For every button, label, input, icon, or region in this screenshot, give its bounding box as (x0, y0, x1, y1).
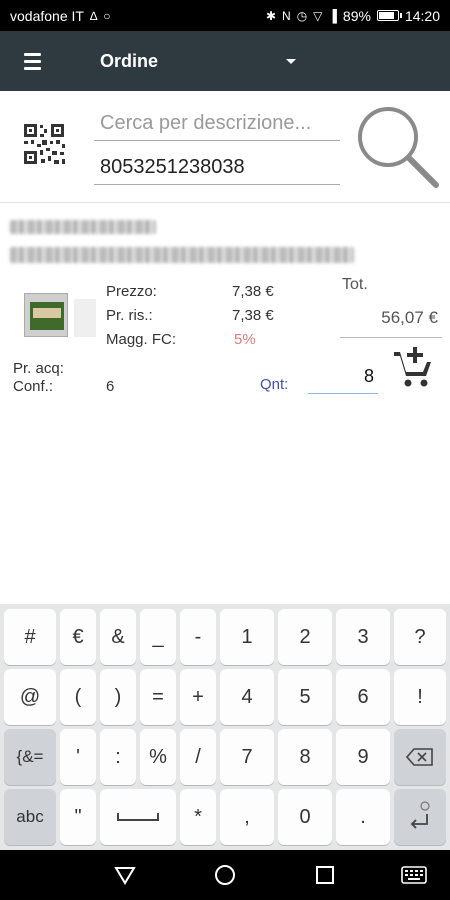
package-label: Conf.: (13, 378, 54, 395)
space-bar-icon (117, 813, 159, 821)
key-exclamation[interactable]: ! (394, 669, 446, 725)
key-colon[interactable]: : (100, 729, 136, 785)
product-card: Prezzo: 7,38 € Pr. ris.: 7,38 € Magg. FC… (0, 204, 450, 604)
blurred-product-code (10, 220, 156, 234)
menu-icon[interactable] (0, 31, 64, 91)
key-6[interactable]: 6 (336, 669, 390, 725)
backspace-key[interactable] (394, 729, 446, 785)
search-input[interactable] (94, 107, 340, 141)
key-apostrophe[interactable]: ' (60, 729, 96, 785)
markup-label: Magg. FC: (106, 331, 177, 348)
total-value: 56,07 € (340, 308, 442, 338)
total-label: Tot. (342, 276, 368, 293)
clock: 14:20 (404, 7, 440, 24)
markup-value: 5% (234, 331, 256, 348)
back-button[interactable] (95, 850, 155, 900)
signal-icon: ▐ (328, 8, 337, 23)
key-ampersand[interactable]: & (100, 609, 136, 665)
key-left-paren[interactable]: ( (60, 669, 96, 725)
barcode-input[interactable] (94, 151, 340, 185)
home-button[interactable] (195, 850, 255, 900)
package-value: 6 (106, 378, 115, 395)
search-icon[interactable] (348, 99, 442, 195)
enter-icon (410, 801, 430, 829)
thumbnail-placeholder (74, 299, 96, 337)
key-question[interactable]: ? (394, 609, 446, 665)
key-symbols-label: {&= (16, 747, 44, 766)
navigation-bar (0, 850, 450, 900)
key-abc-label: abc (16, 807, 44, 826)
key-7[interactable]: 7 (220, 729, 274, 785)
key-asterisk[interactable]: * (180, 789, 216, 845)
key-abc[interactable]: abc (4, 789, 56, 845)
battery-icon (376, 10, 402, 21)
quantity-label: Qnt: (260, 376, 289, 393)
key-1[interactable]: 1 (220, 609, 274, 665)
battery-fill (378, 12, 394, 19)
key-0[interactable]: 0 (278, 789, 332, 845)
page-title[interactable]: Ordine (100, 51, 280, 72)
key-9[interactable]: 9 (336, 729, 390, 785)
status-left: vodafone IT ∆ ○ (10, 8, 111, 24)
enter-key[interactable] (394, 789, 446, 845)
key-right-paren[interactable]: ) (100, 669, 136, 725)
keyboard-toggle-button[interactable] (384, 850, 444, 900)
app-toolbar: Ordine (0, 31, 450, 91)
key-equals[interactable]: = (140, 669, 176, 725)
key-period[interactable]: . (336, 789, 390, 845)
add-to-cart-icon[interactable] (392, 344, 434, 390)
whatsapp-icon: ○ (103, 8, 111, 23)
key-percent[interactable]: % (140, 729, 176, 785)
key-slash[interactable]: / (180, 729, 216, 785)
key-at[interactable]: @ (4, 669, 56, 725)
key-2[interactable]: 2 (278, 609, 332, 665)
reserved-price-value: 7,38 € (232, 307, 274, 324)
keyboard-icon (401, 866, 427, 884)
reserved-price-label: Pr. ris.: (106, 307, 153, 324)
key-4[interactable]: 4 (220, 669, 274, 725)
key-underscore[interactable]: _ (140, 609, 176, 665)
usb-icon: ∆ (89, 8, 98, 23)
key-euro[interactable]: € (60, 609, 96, 665)
bluetooth-icon: ✱ (265, 8, 277, 23)
back-triangle-icon (114, 867, 136, 885)
price-label: Prezzo: (106, 283, 157, 300)
nfc-icon: N (282, 8, 291, 23)
on-screen-keyboard: # € & _ - 1 2 3 ? @ ( ) = + 4 5 6 ! {&= … (0, 604, 450, 850)
key-3[interactable]: 3 (336, 609, 390, 665)
battery-percent: 89% (342, 7, 371, 24)
price-value: 7,38 € (232, 283, 274, 300)
key-quote[interactable]: " (60, 789, 96, 845)
purchase-price-label: Pr. acq: (13, 360, 64, 377)
status-bar: vodafone IT ∆ ○ ✱ N ◷ ▽ ▐ 89% 14:20 (0, 0, 450, 31)
carrier-label: vodafone IT (10, 7, 84, 24)
search-area (0, 91, 450, 203)
home-circle-icon (215, 865, 235, 885)
key-symbols[interactable]: {&= (4, 729, 56, 785)
alarm-icon: ◷ (296, 8, 308, 23)
status-right: ✱ N ◷ ▽ ▐ 89% 14:20 (266, 8, 440, 24)
key-5[interactable]: 5 (278, 669, 332, 725)
recents-button[interactable] (295, 850, 355, 900)
dropdown-arrow-icon[interactable] (286, 58, 296, 64)
quantity-input[interactable]: 8 (308, 366, 378, 394)
backspace-icon (406, 748, 433, 766)
wifi-icon: ▽ (313, 8, 323, 23)
key-hash[interactable]: # (4, 609, 56, 665)
recents-square-icon (316, 866, 334, 884)
key-comma[interactable]: , (220, 789, 274, 845)
qr-code-icon[interactable] (22, 122, 66, 166)
key-8[interactable]: 8 (278, 729, 332, 785)
key-minus[interactable]: - (180, 609, 216, 665)
blurred-product-description (10, 247, 354, 263)
space-key[interactable] (100, 789, 176, 845)
key-plus[interactable]: + (180, 669, 216, 725)
product-thumbnail[interactable] (24, 293, 68, 337)
